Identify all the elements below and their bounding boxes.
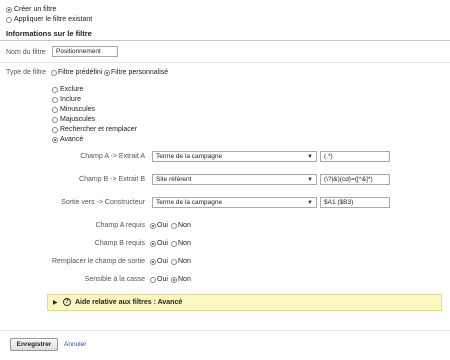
- option-exclude-radio[interactable]: [52, 87, 58, 93]
- case-sensitive-label: Sensible à la casse: [84, 276, 145, 283]
- output-select-value: Terme de la campagne: [156, 199, 223, 206]
- section-title: Informations sur le filtre: [6, 29, 92, 38]
- option-advanced-radio[interactable]: [52, 137, 58, 143]
- predefined-filter-label: Filtre prédéfini: [58, 69, 103, 76]
- no-label: Non: [178, 258, 191, 265]
- field-a-pattern-input[interactable]: (.*): [320, 151, 390, 162]
- field-a-required-yes-radio[interactable]: [150, 223, 156, 229]
- option-search-replace-radio[interactable]: [52, 127, 58, 133]
- case-sensitive-yes-radio[interactable]: [150, 277, 156, 283]
- override-output-yes-radio[interactable]: [150, 259, 156, 265]
- filter-name-input[interactable]: Positionnement: [52, 46, 118, 57]
- field-b-select-value: Site référent: [156, 176, 192, 183]
- field-b-required-yes-radio[interactable]: [150, 241, 156, 247]
- help-bar[interactable]: ▶ ? Aide relative aux filtres : Avancé: [47, 294, 442, 311]
- save-button[interactable]: Enregistrer: [10, 338, 58, 351]
- chevron-down-icon: ▼: [307, 154, 313, 160]
- custom-filter-label: Filtre personnalisé: [111, 69, 169, 76]
- filter-type-label: Type de filtre: [6, 69, 47, 76]
- help-label: Aide relative aux filtres : Avancé: [75, 299, 183, 306]
- predefined-filter-radio[interactable]: [51, 70, 57, 76]
- field-a-select[interactable]: Terme de la campagne ▼: [152, 151, 317, 162]
- chevron-down-icon: ▼: [307, 200, 313, 206]
- yes-label: Oui: [157, 240, 168, 247]
- apply-existing-filter-radio[interactable]: [6, 17, 12, 23]
- override-output-no-radio[interactable]: [171, 259, 177, 265]
- field-a-required-no-radio[interactable]: [171, 223, 177, 229]
- field-a-select-value: Terme de la campagne: [156, 153, 223, 160]
- output-select[interactable]: Terme de la campagne ▼: [152, 197, 317, 208]
- yes-label: Oui: [157, 222, 168, 229]
- filter-name-label: Nom du filtre: [6, 49, 46, 56]
- yes-label: Oui: [157, 276, 168, 283]
- chevron-down-icon: ▼: [307, 177, 313, 183]
- option-exclude-label: Exclure: [60, 86, 84, 93]
- option-uppercase-label: Majuscules: [60, 116, 96, 123]
- section-divider: [0, 40, 450, 41]
- row-divider: [0, 62, 450, 63]
- yes-label: Oui: [157, 258, 168, 265]
- field-a-label: Champ A -> Extrait A: [80, 153, 145, 160]
- output-label: Sortie vers -> Constructeur: [61, 199, 145, 206]
- field-a-required-label: Champ A requis: [95, 222, 145, 229]
- override-output-label: Remplacer le champ de sortie: [52, 258, 145, 265]
- create-filter-radio[interactable]: [6, 7, 12, 13]
- option-include-label: Inclure: [60, 96, 82, 103]
- no-label: Non: [178, 222, 191, 229]
- field-b-required-no-radio[interactable]: [171, 241, 177, 247]
- field-b-select[interactable]: Site référent ▼: [152, 174, 317, 185]
- field-b-required-label: Champ B requis: [94, 240, 145, 247]
- option-advanced-label: Avancé: [60, 136, 84, 143]
- help-icon: ?: [63, 298, 71, 306]
- custom-filter-radio[interactable]: [104, 70, 110, 76]
- option-search-replace-label: Rechercher et remplacer: [60, 126, 138, 133]
- field-b-label: Champ B -> Extrait B: [79, 176, 145, 183]
- output-pattern-input[interactable]: $A1 ($B3): [320, 197, 390, 208]
- create-filter-label: Créer un filtre: [14, 6, 57, 13]
- cancel-link[interactable]: Annuler: [64, 341, 86, 348]
- footer-divider: [0, 330, 450, 331]
- option-lowercase-label: Minuscules: [60, 106, 96, 113]
- no-label: Non: [178, 276, 191, 283]
- case-sensitive-no-radio[interactable]: [171, 277, 177, 283]
- field-b-pattern-input[interactable]: (\?|&)(cd)=([^&]*): [320, 174, 390, 185]
- expand-arrow-icon: ▶: [53, 300, 58, 306]
- option-uppercase-radio[interactable]: [52, 117, 58, 123]
- option-lowercase-radio[interactable]: [52, 107, 58, 113]
- no-label: Non: [178, 240, 191, 247]
- option-include-radio[interactable]: [52, 97, 58, 103]
- apply-existing-filter-label: Appliquer le filtre existant: [14, 16, 93, 23]
